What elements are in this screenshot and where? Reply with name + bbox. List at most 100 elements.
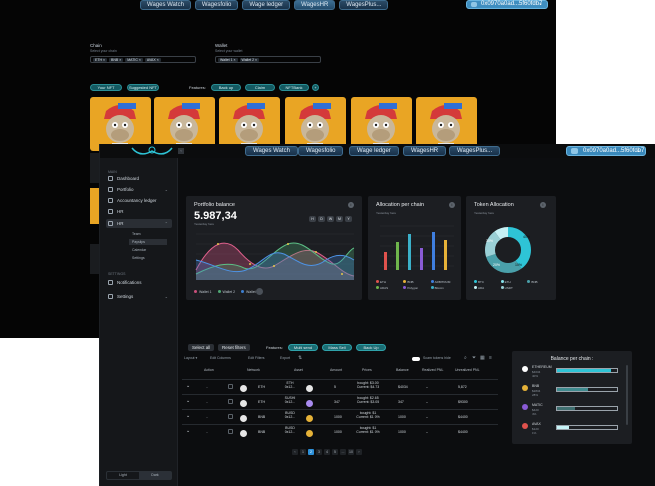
export-button[interactable]: Export [280, 356, 290, 360]
list-view-icon[interactable]: ≡ [489, 355, 492, 361]
nft-card-image[interactable] [285, 97, 346, 151]
reset-filters-button[interactable]: Reset filters [218, 344, 250, 351]
page-1[interactable]: 1 [300, 449, 306, 455]
sidebar-item-label: Dashboard [117, 176, 140, 181]
info-icon[interactable]: i [540, 202, 546, 208]
table-row[interactable]: ⌄.. BNB BUSD 0x12... 1000 bought: $1 Current… [182, 424, 498, 438]
nftbank-button[interactable]: NFTBank [279, 84, 309, 91]
back-nav-wagesplus[interactable]: WagesPlus... [339, 0, 389, 10]
chain-select[interactable]: ETH × BNB × MATIC × AVAX × [90, 56, 196, 63]
page-4[interactable]: 4 [324, 449, 330, 455]
table-row[interactable]: ⌄.. ETH ETH 0x12... 5 bought: $3.00 Current:… [182, 379, 498, 393]
multi-send-button[interactable]: Multi send [288, 344, 318, 351]
balance-scrollbar[interactable] [626, 365, 628, 425]
nav-wagesplus[interactable]: WagesPlus... [449, 146, 501, 156]
back-up-button[interactable]: Back up [211, 84, 241, 91]
back-wallet-button[interactable]: 0x0970a0ad...5f60fdb7 ⌄ [466, 0, 548, 9]
row-prices: bought: $3.00 Current: $4.73 [356, 381, 380, 389]
nav-wageshr[interactable]: WagesHR [403, 146, 447, 156]
wallet-button[interactable]: 0x0970a0ad...5f60fdb7 ⌄ [566, 146, 646, 156]
theme-toggle[interactable]: Light Dark [106, 471, 172, 480]
page-3[interactable]: 3 [316, 449, 322, 455]
grid-view-icon[interactable]: ▦ [480, 355, 485, 361]
chip-avax[interactable]: AVAX × [144, 57, 161, 62]
back-nav-wage-ledger[interactable]: Wage ledger [242, 0, 291, 10]
sidebar-item-settings[interactable]: Settings ⌄ [106, 292, 172, 301]
expand-row-icon[interactable]: ⌄ [186, 428, 190, 434]
theme-light[interactable]: Light [107, 472, 139, 479]
period-h[interactable]: H [309, 216, 316, 222]
sidebar-sub-calendar[interactable]: Calendar [132, 247, 146, 253]
back-up-button[interactable]: Back Up [356, 344, 386, 351]
table-row[interactable]: ⌄.. BNB BUSD 0x12... 1000 bought: $1 Current… [182, 409, 498, 423]
allocation-bar-chart [380, 225, 454, 270]
period-d[interactable]: D [318, 216, 325, 222]
sidebar-sub-team[interactable]: Team [132, 231, 141, 237]
select-all-button[interactable]: Select all [188, 344, 215, 351]
collapse-sidebar-icon[interactable]: ‹ [178, 148, 184, 154]
chip-wallet-1[interactable]: Wallet 1 × [218, 57, 238, 62]
claim-button[interactable]: Claim [245, 84, 275, 91]
page-10[interactable]: 10 [348, 449, 354, 455]
sidebar-item-hr[interactable]: HR [106, 207, 172, 216]
chart-scroll-icon[interactable] [256, 288, 263, 295]
nft-card-image[interactable] [416, 97, 477, 151]
sidebar-item-dashboard[interactable]: Dashboard [106, 174, 172, 183]
nft-card-image[interactable] [219, 97, 280, 151]
row-checkbox[interactable] [228, 384, 233, 389]
search-icon[interactable]: ⌕ [464, 355, 467, 361]
theme-dark[interactable]: Dark [139, 472, 171, 479]
sidebar-sub-payslips[interactable]: Payslips [129, 239, 167, 245]
nft-card-image[interactable] [90, 97, 151, 151]
sidebar-item-label: Notifications [117, 280, 142, 285]
back-nav-wagesfolio[interactable]: Wagesfolio [194, 0, 239, 10]
table-row[interactable]: ⌄.. ETH SUSHI 0x12... 347 bought: $2.65 Curr… [182, 394, 498, 408]
period-y[interactable]: Y [345, 216, 352, 222]
legend-polygon: Polygon [403, 286, 430, 290]
page-prev[interactable]: ‹ [292, 449, 298, 455]
expand-row-icon[interactable]: ⌄ [186, 398, 190, 404]
info-icon[interactable]: i [348, 202, 354, 208]
sidebar-item-hr-expanded[interactable]: HR ⌃ [106, 219, 172, 228]
sidebar-sub-settings[interactable]: Settings [132, 255, 145, 261]
info-icon[interactable]: i [449, 202, 455, 208]
row-checkbox[interactable] [228, 429, 233, 434]
layout-dropdown[interactable]: Layout ▾ [184, 356, 197, 360]
row-asset: SUSHI 0x12... [284, 396, 296, 404]
edit-filters-button[interactable]: Edit Filters [248, 356, 265, 360]
row-checkbox[interactable] [228, 399, 233, 404]
chip-eth[interactable]: ETH × [93, 57, 108, 62]
row-checkbox[interactable] [228, 414, 233, 419]
mass-sell-button[interactable]: Mass Sell [322, 344, 352, 351]
portfolio-balance-card: Portfolio balance 5.987,34 Yesterday her… [186, 196, 362, 300]
page-next[interactable]: › [356, 449, 362, 455]
chip-bnb[interactable]: BNB × [109, 57, 124, 62]
filter-icon[interactable]: ⏷ [472, 355, 476, 361]
back-nav-wages-watch[interactable]: Wages Watch [140, 0, 191, 10]
scam-toggle[interactable] [412, 357, 420, 361]
chip-wallet-2[interactable]: Wallet 2 × [239, 57, 260, 62]
nav-wage-ledger[interactable]: Wage ledger [349, 146, 399, 156]
your-nft-button[interactable]: Your NFT [90, 84, 122, 91]
page-5[interactable]: 5 [332, 449, 338, 455]
sidebar-item-notifications[interactable]: Notifications [106, 278, 172, 287]
chip-matic[interactable]: MATIC × [125, 57, 143, 62]
nft-card-image[interactable] [154, 97, 215, 151]
period-m[interactable]: M [336, 216, 343, 222]
expand-row-icon[interactable]: ⌄ [186, 383, 190, 389]
nav-wagesfolio[interactable]: Wagesfolio [298, 146, 344, 156]
nft-card-image[interactable] [351, 97, 412, 151]
period-w[interactable]: W [327, 216, 334, 222]
back-nav-wageshr[interactable]: WagesHR [294, 0, 336, 10]
wallet-select[interactable]: Wallet 1 × Wallet 2 × [215, 56, 321, 63]
chain-icon [522, 385, 528, 391]
add-button[interactable]: + [312, 84, 319, 91]
sort-icon[interactable]: ⇅ [298, 355, 302, 361]
sidebar-item-accountancy-ledger[interactable]: Accountancy ledger [106, 196, 172, 205]
nav-wages-watch[interactable]: Wages Watch [245, 146, 298, 156]
page-2[interactable]: 2 [308, 449, 314, 455]
edit-columns-button[interactable]: Edit Columns [210, 356, 231, 360]
sidebar-item-portfolio[interactable]: Portfolio ⌄ [106, 185, 172, 194]
suggested-nft-button[interactable]: Suggested NFT [127, 84, 159, 91]
expand-row-icon[interactable]: ⌄ [186, 413, 190, 419]
